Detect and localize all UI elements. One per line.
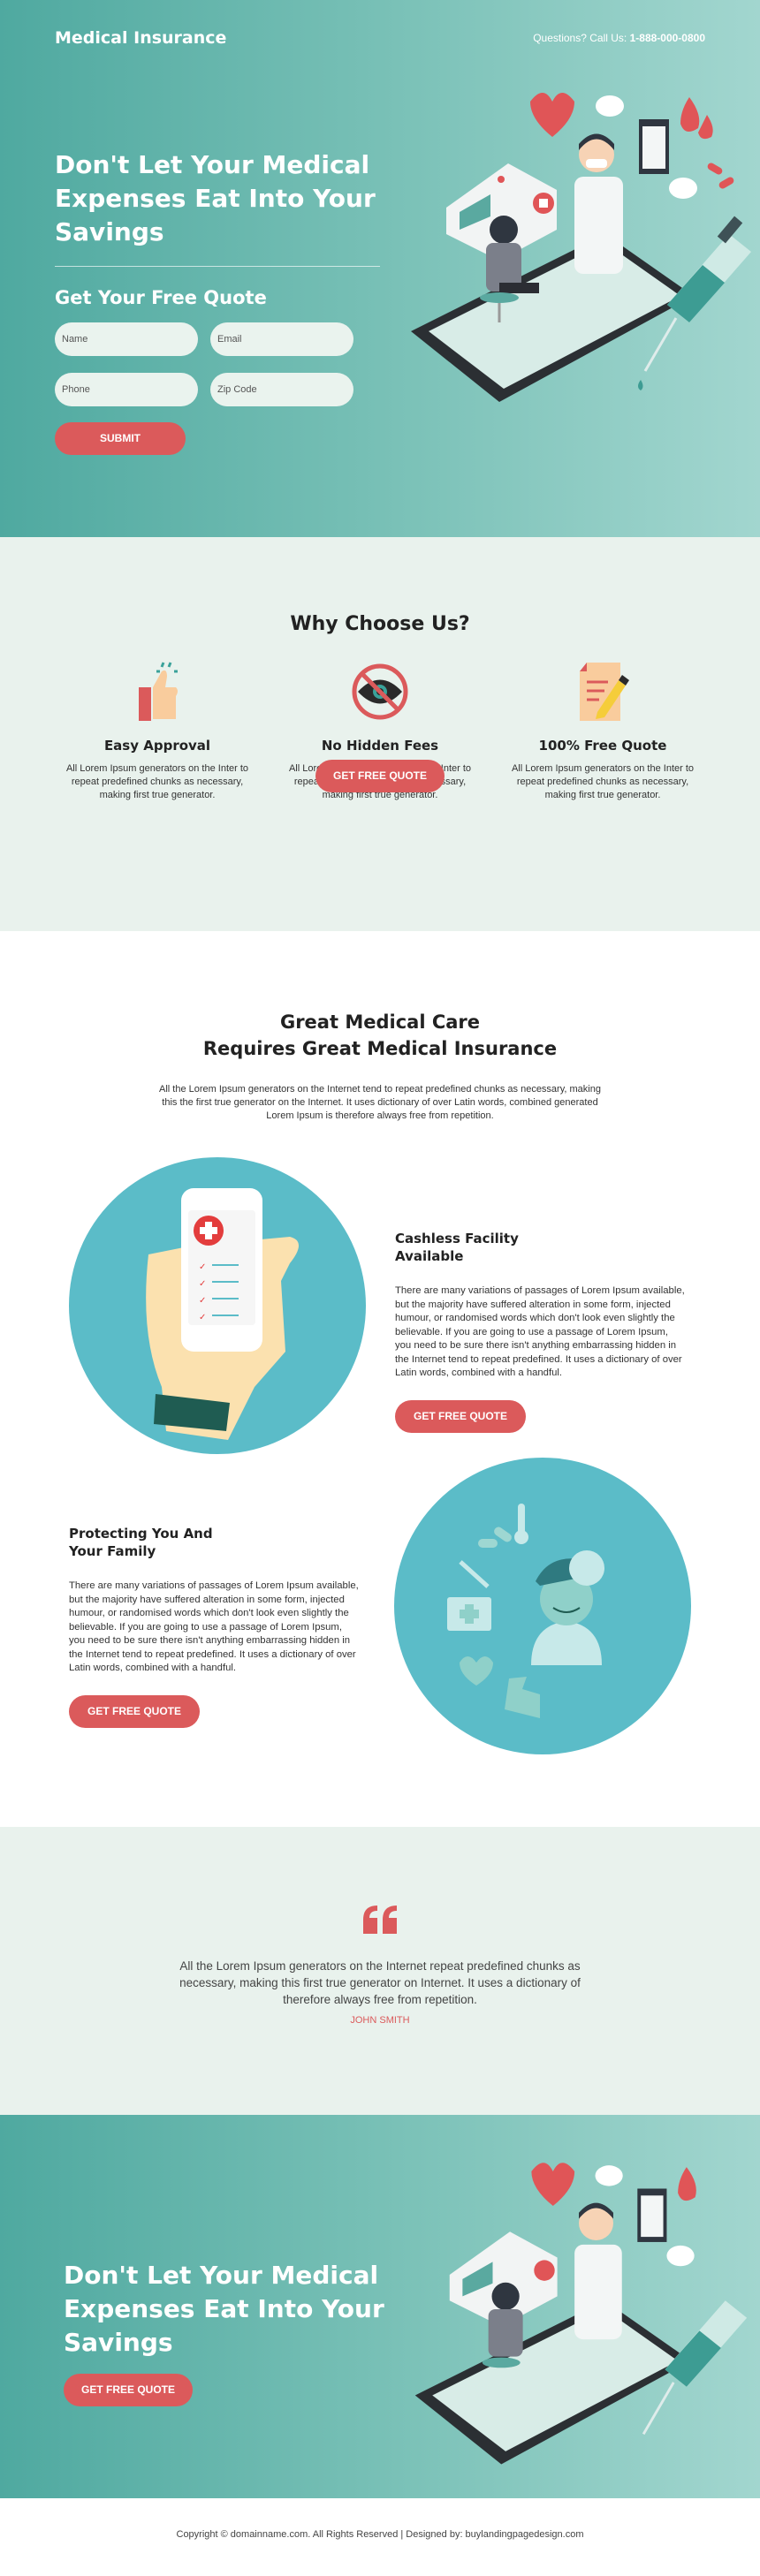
phone-field[interactable]: [55, 373, 198, 406]
block-title: Protecting You And Your Family: [69, 1526, 213, 1559]
quote-form-title: Get Your Free Quote: [55, 287, 267, 308]
get-free-quote-button[interactable]: GET FREE QUOTE: [395, 1399, 526, 1433]
doctor-icon: [447, 1504, 604, 1718]
block-text: There are many variations of passages of…: [395, 1285, 685, 1378]
phone-prefix: Questions? Call Us:: [533, 32, 630, 44]
feature-free-quote: 100% Free Quote All Lorem Ipsum generato…: [505, 661, 700, 802]
telemedicine-illustration: [414, 2163, 748, 2465]
care-title: Great Medical Care Requires Great Medica…: [0, 1009, 760, 1062]
doctor-icon: [574, 2244, 622, 2340]
email-field[interactable]: [210, 322, 353, 356]
feature-title: Easy Approval: [103, 738, 211, 754]
feature-text: All Lorem Ipsum generators on the Inter …: [511, 763, 695, 800]
why-choose-us-section: Why Choose Us? Easy Approval All Lorem I…: [0, 537, 760, 931]
copyright-text: Copyright © domainname.com. All Rights R…: [176, 2528, 584, 2540]
doctor-illustration: [394, 1458, 691, 1754]
svg-text:✓: ✓: [199, 1279, 206, 1289]
cta-title: Don't Let Your Medical Expenses Eat Into…: [64, 2261, 384, 2357]
telemedicine-illustration: [411, 93, 751, 402]
clipboard-icon: [639, 119, 669, 174]
feature-easy-approval: Easy Approval All Lorem Ipsum generators…: [60, 661, 255, 802]
top-bar: Medical Insurance Questions? Call Us: 1-…: [55, 28, 705, 48]
zip-code-field[interactable]: [210, 373, 353, 406]
svg-text:✓: ✓: [199, 1313, 206, 1322]
feature-title: No Hidden Fees: [321, 738, 439, 754]
phone-checklist-illustration: ✓ ✓ ✓ ✓: [69, 1157, 366, 1454]
footer: Copyright © domainname.com. All Rights R…: [0, 2498, 760, 2570]
medical-care-section: Great Medical Care Requires Great Medica…: [0, 931, 760, 1827]
doctor-icon: [574, 133, 623, 274]
patient-icon: [491, 2282, 520, 2310]
care-title-line2: Requires Great Medical Insurance: [202, 1038, 558, 1059]
pills-icon: [478, 1539, 498, 1548]
why-title: Why Choose Us?: [290, 613, 470, 635]
tablet-icon: [411, 234, 694, 402]
heart-icon: [531, 2163, 575, 2206]
feature-text: All Lorem Ipsum generators on the Inter …: [65, 763, 249, 800]
testimonial-author: JOHN SMITH: [350, 2015, 410, 2026]
brand-logo[interactable]: Medical Insurance: [55, 28, 226, 48]
feature-title: 100% Free Quote: [538, 738, 667, 754]
strength-icon: [505, 1677, 540, 1718]
no-eye-icon: [352, 663, 408, 720]
pills-icon: [707, 163, 734, 189]
thumbs-up-icon: [139, 662, 178, 721]
block-text: There are many variations of passages of…: [69, 1580, 359, 1673]
svg-text:✓: ✓: [199, 1296, 206, 1306]
heart-icon: [530, 93, 574, 137]
phone-number[interactable]: 1-888-000-0800: [630, 32, 705, 44]
testimonial-section: All the Lorem Ipsum generators on the In…: [0, 1827, 760, 2115]
block-title: Cashless Facility Available: [395, 1231, 519, 1264]
heart-rate-icon: [460, 1656, 493, 1686]
hero-section: Medical Insurance Questions? Call Us: 1-…: [0, 0, 760, 537]
care-title-line1: Great Medical Care: [279, 1011, 481, 1033]
thermometer-icon: [518, 1504, 525, 1534]
protecting-family-block: Protecting You And Your Family There are…: [69, 1525, 361, 1728]
testimonial-quote: All the Lorem Ipsum generators on the In…: [179, 1959, 581, 2006]
hero-divider: [55, 266, 380, 267]
quote-icon: [363, 1905, 397, 1934]
cashless-block: Cashless Facility Available There are ma…: [395, 1230, 687, 1433]
document-pencil-icon: [580, 663, 629, 721]
phone-contact: Questions? Call Us: 1-888-000-0800: [533, 32, 705, 44]
hand-phone-icon: ✓ ✓ ✓ ✓: [146, 1188, 299, 1440]
blood-drop-icon: [680, 97, 713, 140]
blood-drop-icon: [678, 2167, 696, 2201]
cta-hero-section: Don't Let Your Medical Expenses Eat Into…: [0, 2115, 760, 2498]
syringe-icon: [459, 1560, 490, 1588]
name-field[interactable]: [55, 322, 198, 356]
get-free-quote-button[interactable]: GET FREE QUOTE: [69, 1694, 200, 1728]
hero-title: Don't Let Your Medical Expenses Eat Into…: [55, 150, 376, 246]
care-lead: All the Lorem Ipsum generators on the In…: [159, 1084, 601, 1121]
submit-button[interactable]: SUBMIT: [55, 422, 186, 455]
get-free-quote-button[interactable]: GET FREE QUOTE: [315, 760, 445, 792]
get-free-quote-button[interactable]: GET FREE QUOTE: [64, 2374, 193, 2406]
chat-bubble-icon: [595, 2165, 623, 2186]
svg-text:✓: ✓: [199, 1262, 206, 1272]
